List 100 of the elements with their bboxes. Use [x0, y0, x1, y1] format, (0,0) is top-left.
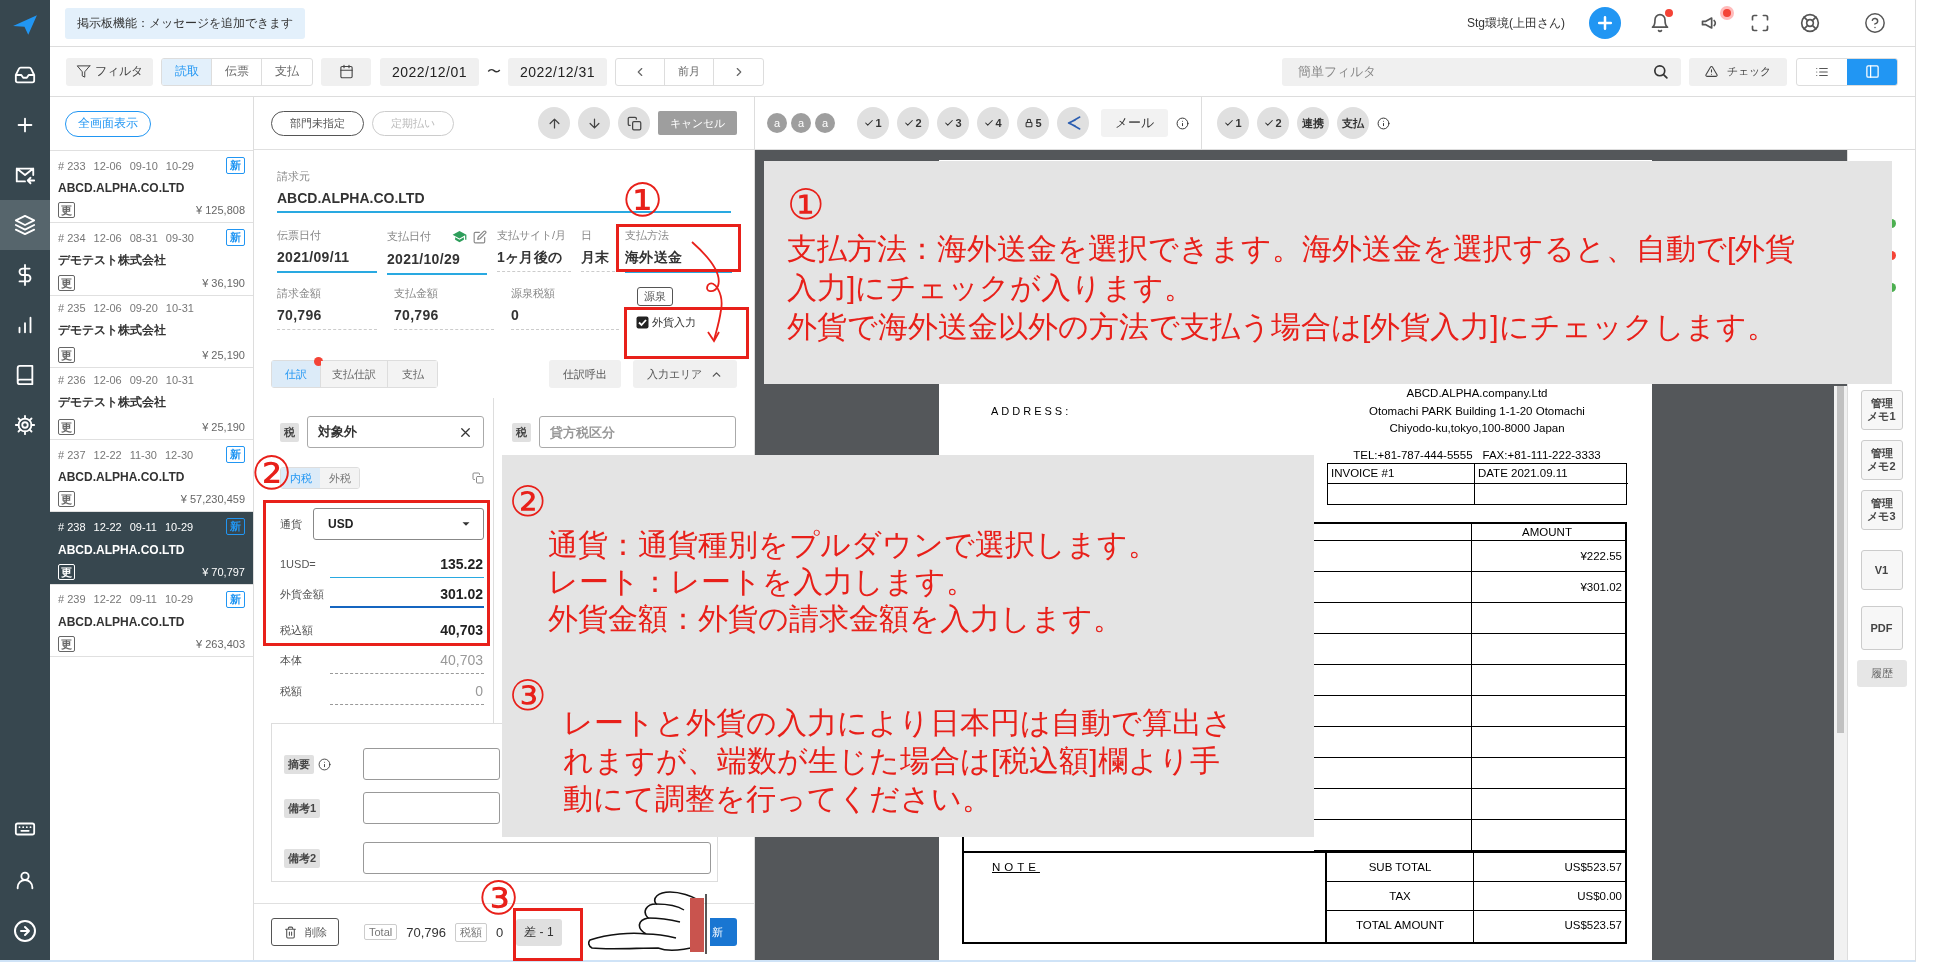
field-label: 日	[581, 229, 593, 242]
admin-memo-button[interactable]: 管理 メモ2	[1860, 440, 1903, 480]
layers-nav-button[interactable]	[0, 200, 50, 250]
bell-icon[interactable]	[1650, 13, 1670, 33]
credit-tax-field[interactable]: 貸方税区分	[539, 416, 736, 448]
admin-memo-button[interactable]: 管理 メモ3	[1860, 490, 1903, 530]
invoice-list-item[interactable]: # 235 12-06 09-20 10-31 デモテスト株式会社 更 ¥ 25,190	[50, 295, 253, 368]
recall-journal-button[interactable]: 仕訳呼出	[549, 360, 621, 388]
journal-tab[interactable]: 支払	[388, 361, 437, 387]
form-field[interactable]: 2021/10/29	[387, 248, 487, 275]
foreign-amount-field[interactable]: 301.02	[330, 580, 484, 608]
filter-button[interactable]: フィルタ	[66, 57, 153, 86]
amount-text: ¥ 25,190	[202, 421, 245, 434]
admin-memo-button[interactable]: 管理 メモ1	[1860, 390, 1903, 430]
amount-text: ¥ 263,403	[196, 638, 245, 651]
checkbox[interactable]	[636, 316, 649, 329]
vendor-name: デモテスト株式会社	[58, 321, 167, 339]
memo-field[interactable]	[363, 842, 711, 874]
calendar-button[interactable]	[321, 57, 371, 86]
vendor-field[interactable]: ABCD.ALPHA.CO.LTD	[277, 190, 425, 206]
gear-icon	[14, 414, 36, 436]
date-text: 12-06	[93, 301, 122, 314]
net-amount: 40,703	[330, 646, 484, 674]
previous-month-button[interactable]: 前月	[665, 58, 714, 85]
check-chip[interactable]: 3	[937, 107, 969, 139]
update-button[interactable]: 新	[710, 918, 737, 946]
check-chip[interactable]: 4	[977, 107, 1009, 139]
quick-filter-field[interactable]: 簡単フィルタ	[1282, 57, 1681, 86]
invoice-list-item[interactable]: # 233 12-06 09-10 10-29 新 ABCD.ALPHA.CO.LTD 更 ¥ 125,808	[50, 151, 253, 224]
mail-button[interactable]: メール	[1101, 109, 1168, 137]
invoice-number: # 235	[58, 301, 86, 314]
input-area-button[interactable]: 入力エリア	[633, 360, 737, 388]
move-down-button[interactable]	[578, 107, 610, 139]
panel-icon	[1864, 64, 1880, 79]
delete-button[interactable]: 削除	[271, 918, 339, 946]
history-button[interactable]: 履歴	[1856, 660, 1907, 687]
form-field[interactable]: 2021/09/11	[277, 246, 377, 273]
total-amount: 70,796	[406, 924, 446, 940]
tax-included-amount[interactable]: 40,703	[330, 616, 484, 644]
update-badge: 更	[58, 419, 75, 436]
amount-field[interactable]: 70,796	[277, 304, 377, 330]
currency-dropdown[interactable]: USD	[313, 508, 484, 540]
date-text: 12-06	[93, 231, 122, 244]
withholding-button[interactable]: 源泉	[637, 287, 673, 306]
invoice-list-item[interactable]: # 238 12-22 09-11 10-29 新 ABCD.ALPHA.CO.LTD 更 ¥ 70,797	[50, 512, 253, 585]
rate-field[interactable]: 135.22	[330, 550, 484, 578]
view-toggle[interactable]	[1847, 58, 1897, 85]
tax-amount: 0	[330, 677, 484, 705]
check-chip[interactable]: 1	[1217, 107, 1249, 139]
memo-field[interactable]	[363, 748, 500, 780]
journal-tab[interactable]: 支払仕訳	[321, 361, 388, 387]
copy-icon[interactable]	[472, 472, 484, 484]
mode-tab[interactable]: 伝票	[212, 58, 262, 85]
amount-field[interactable]: 70,796	[394, 304, 494, 330]
edit-icon[interactable]	[473, 229, 487, 244]
pdf-button[interactable]: PDF	[1860, 606, 1903, 650]
status-chip[interactable]: 連携	[1297, 107, 1329, 139]
add-button[interactable]	[1589, 7, 1621, 39]
step-number: ②	[509, 478, 548, 526]
invoice-number: # 236	[58, 373, 86, 386]
field-label: 1USD=	[280, 558, 317, 570]
update-badge: 更	[58, 202, 75, 219]
memo-field[interactable]	[363, 792, 500, 824]
mode-tab[interactable]: 支払	[262, 58, 312, 85]
trash-icon	[283, 925, 297, 939]
tax-category-field[interactable]: 対象外	[307, 416, 484, 448]
form-field[interactable]: 海外送金	[625, 246, 732, 273]
version-button[interactable]: V1	[1860, 550, 1903, 590]
fullscreen-icon[interactable]	[1750, 13, 1770, 33]
amount-field[interactable]: 0	[511, 304, 619, 330]
form-field[interactable]: 1ヶ月後の	[497, 246, 571, 272]
arrow-circle-icon[interactable]	[13, 918, 37, 943]
invoice-list-item[interactable]: # 234 12-06 08-31 09-30 新 デモテスト株式会社 更 ¥ 36,190	[50, 223, 253, 296]
date-text: 10-29	[165, 593, 194, 606]
invoice-list-item[interactable]: # 236 12-06 09-20 10-31 デモテスト株式会社 更 ¥ 25,190	[50, 367, 253, 441]
status-chip[interactable]: 支払	[1337, 107, 1369, 139]
date-field[interactable]: 2022/12/31	[508, 57, 607, 86]
invoice-list-item[interactable]: # 239 12-22 09-11 10-29 新 ABCD.ALPHA.CO.LTD 更 ¥ 263,403	[50, 584, 253, 658]
field-label: 税込額	[280, 622, 314, 638]
lifebuoy-icon[interactable]	[1800, 13, 1820, 33]
address-line: Otomachi PARK Building 1-1-20 Otomachi	[1368, 404, 1586, 419]
copy-button[interactable]	[618, 107, 650, 139]
help-icon[interactable]	[1864, 12, 1886, 34]
date-field[interactable]: 2022/12/01	[380, 57, 479, 86]
swoosh-chip[interactable]	[1057, 107, 1089, 139]
check-button[interactable]: チェック	[1689, 57, 1787, 86]
graduation-cap-icon[interactable]	[452, 229, 467, 244]
scrollbar[interactable]	[1834, 386, 1847, 960]
check-chip[interactable]: 2	[1257, 107, 1289, 139]
tax-mode-tab[interactable]: 外税	[320, 468, 359, 488]
form-field[interactable]: 月末	[581, 246, 615, 272]
amount-text: ¥ 36,190	[202, 276, 245, 289]
check-chip[interactable]: 1	[857, 107, 889, 139]
vendor-name: ABCD.ALPHA.CO.LTD	[58, 181, 186, 196]
field-label: 通貨	[280, 516, 303, 532]
lock-chip[interactable]: 5	[1017, 107, 1049, 139]
annotation-text: レート：レートを入力します。	[548, 564, 976, 600]
move-up-button[interactable]	[538, 107, 570, 139]
field-label: 支払方法	[625, 229, 670, 242]
check-chip[interactable]: 2	[897, 107, 929, 139]
